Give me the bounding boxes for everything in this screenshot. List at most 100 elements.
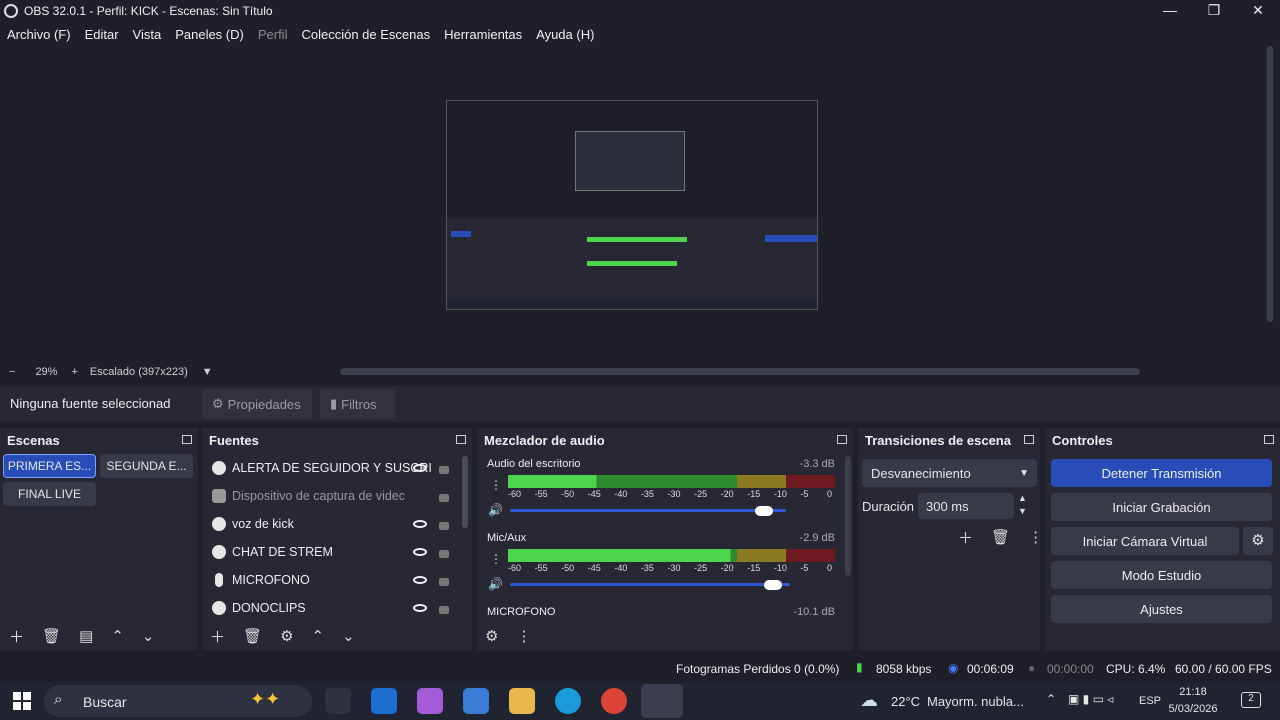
visibility-eye-icon[interactable] (413, 604, 427, 612)
meter-segment (785, 475, 835, 488)
store-icon[interactable] (463, 688, 489, 714)
virtual-camera-button[interactable]: Iniciar Cámara Virtual (1051, 527, 1239, 555)
menu-editar[interactable]: Editar (85, 27, 119, 42)
lock-icon[interactable] (439, 606, 449, 614)
advanced-audio-icon[interactable]: ⚙ (485, 627, 498, 645)
outlook-icon[interactable] (371, 688, 397, 714)
transition-select[interactable]: Desvanecimiento ▼ (862, 459, 1037, 487)
volume-slider-knob[interactable] (764, 580, 783, 590)
visibility-eye-icon[interactable] (413, 520, 427, 528)
source-settings-icon[interactable]: ⚙ (280, 627, 293, 645)
visibility-eye-icon[interactable] (413, 576, 427, 584)
delete-source-icon[interactable]: 🗑 (243, 627, 262, 645)
mixer-menu-icon[interactable]: ⋮ (516, 627, 531, 645)
dock-icon[interactable] (182, 435, 192, 444)
search-label: Buscar (83, 694, 127, 710)
channel-menu-icon[interactable]: ⋮ (490, 552, 502, 566)
zoom-in-button[interactable]: + (71, 366, 77, 378)
clock-date[interactable]: 5/03/2026 (1162, 703, 1224, 715)
windows-start-icon[interactable] (13, 692, 31, 710)
menu-bar: Archivo (F) Editar Vista Paneles (D) Per… (0, 22, 1280, 46)
dock-icon[interactable] (837, 435, 847, 444)
tray-icons[interactable]: ▣ ▮ ▭ ◃ (1068, 692, 1113, 706)
delete-transition-icon[interactable]: 🗑 (991, 528, 1010, 546)
properties-button[interactable]: ⚙ Propiedades (202, 389, 312, 419)
duration-stepper[interactable]: ▲ ▼ (1018, 492, 1027, 518)
start-recording-button[interactable]: Iniciar Grabación (1051, 493, 1272, 521)
transition-menu-icon[interactable]: ⋮ (1028, 528, 1043, 546)
move-up-icon[interactable]: ⌃ (111, 627, 124, 645)
copilot-icon[interactable] (417, 688, 443, 714)
meter-tick-label: -35 (640, 489, 654, 499)
speaker-icon[interactable]: 🔊 (488, 503, 503, 517)
scene-filters-icon[interactable]: ▤ (79, 627, 93, 645)
meter-tick-label: -55 (534, 489, 548, 499)
virtual-camera-settings-icon[interactable]: ⚙ (1243, 527, 1273, 555)
filters-button[interactable]: ▮ Filtros (320, 389, 395, 419)
settings-button[interactable]: Ajustes (1051, 595, 1272, 623)
minimize-button[interactable]: — (1148, 0, 1192, 22)
channel-menu-icon[interactable]: ⋮ (490, 478, 502, 492)
stop-stream-button[interactable]: Detener Transmisión (1051, 459, 1272, 487)
mixer-scrollbar[interactable] (845, 456, 851, 576)
preview-screen-capture[interactable] (446, 100, 818, 310)
volume-slider-knob[interactable] (754, 506, 773, 516)
visibility-eye-icon[interactable] (413, 548, 427, 556)
file-explorer-icon[interactable] (509, 688, 535, 714)
source-item[interactable]: Dispositivo de captura de videc (206, 482, 460, 510)
edge-icon[interactable] (555, 688, 581, 714)
weather-text: Mayorm. nubla... (927, 694, 1024, 709)
lock-icon[interactable] (439, 494, 449, 502)
obs-taskbar-icon[interactable] (641, 684, 683, 718)
dock-icon[interactable] (456, 435, 466, 444)
visibility-eye-icon[interactable] (413, 464, 427, 472)
move-down-icon[interactable]: ⌄ (342, 627, 355, 645)
preview-horizontal-scrollbar[interactable] (340, 368, 1140, 375)
scenes-title: Escenas (7, 432, 60, 448)
menu-vista[interactable]: Vista (133, 27, 162, 42)
language-indicator[interactable]: ESP (1139, 695, 1161, 707)
add-scene-icon[interactable]: ＋ (9, 626, 24, 647)
menu-paneles[interactable]: Paneles (D) (175, 27, 244, 42)
menu-ayuda[interactable]: Ayuda (H) (536, 27, 594, 42)
scene-segunda[interactable]: SEGUNDA E... (100, 454, 193, 478)
delete-scene-icon[interactable]: 🗑 (42, 627, 61, 645)
restore-button[interactable]: ❐ (1192, 0, 1236, 22)
menu-perfil[interactable]: Perfil (258, 27, 288, 42)
scene-primera[interactable]: PRIMERA ES... (3, 454, 96, 478)
add-transition-icon[interactable]: ＋ (958, 527, 973, 548)
meter-segment (785, 549, 835, 562)
lock-icon[interactable] (439, 578, 449, 586)
task-view-icon[interactable] (325, 688, 351, 714)
scaling-dropdown-icon[interactable]: ▼ (202, 366, 213, 378)
lock-icon[interactable] (439, 466, 449, 474)
move-up-icon[interactable]: ⌃ (312, 627, 325, 645)
move-down-icon[interactable]: ⌄ (142, 627, 155, 645)
lock-icon[interactable] (439, 522, 449, 530)
scene-final-live[interactable]: FINAL LIVE (3, 482, 96, 506)
lock-icon[interactable] (439, 550, 449, 558)
chrome-icon[interactable] (601, 688, 627, 714)
dock-icon[interactable] (1264, 435, 1274, 444)
menu-archivo[interactable]: Archivo (F) (7, 27, 71, 42)
volume-slider[interactable] (510, 583, 790, 586)
add-source-icon[interactable]: ＋ (210, 626, 225, 647)
preview-vertical-scrollbar[interactable] (1266, 46, 1274, 322)
channel-name: MICROFONO (487, 606, 556, 618)
speaker-icon[interactable]: 🔊 (488, 577, 503, 591)
volume-slider[interactable] (510, 509, 786, 512)
close-button[interactable]: ✕ (1236, 0, 1280, 22)
menu-coleccion[interactable]: Colección de Escenas (301, 27, 430, 42)
meter-scale: -60 -55 -50 -45 -40 -35 -30 -25 -20 -15 -10 -5 0 (508, 563, 835, 575)
studio-mode-button[interactable]: Modo Estudio (1051, 561, 1272, 589)
tray-chevron-icon[interactable]: ⌃ (1046, 692, 1056, 706)
duration-input[interactable]: 300 ms (918, 493, 1014, 519)
taskbar-search[interactable]: ⌕ Buscar ✦✦ (44, 685, 312, 717)
sources-scrollbar[interactable] (462, 456, 468, 528)
meter-tick-label: -15 (747, 563, 761, 573)
clock-time[interactable]: 21:18 (1162, 686, 1224, 698)
menu-herramientas[interactable]: Herramientas (444, 27, 522, 42)
zoom-out-button[interactable]: − (9, 366, 15, 378)
notification-badge[interactable]: 2 (1241, 692, 1261, 708)
dock-icon[interactable] (1024, 435, 1034, 444)
